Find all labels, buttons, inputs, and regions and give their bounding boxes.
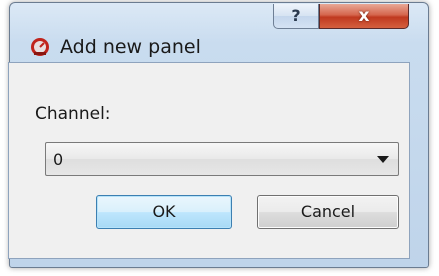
help-button[interactable]: ? (273, 4, 319, 29)
title-bar[interactable]: Add new panel ? x (10, 3, 428, 61)
channel-label: Channel: (35, 104, 111, 124)
close-button[interactable]: x (319, 4, 409, 29)
chevron-down-icon[interactable] (377, 156, 389, 163)
channel-select-value: 0 (53, 150, 64, 169)
cancel-button[interactable]: Cancel (257, 195, 399, 229)
screen: Add new panel ? x Channel: 0 OK Cancel (0, 0, 439, 276)
channel-select[interactable]: 0 (45, 142, 399, 176)
ok-button[interactable]: OK (96, 195, 232, 229)
app-gauge-icon (31, 38, 49, 56)
dialog-title: Add new panel (60, 36, 201, 58)
